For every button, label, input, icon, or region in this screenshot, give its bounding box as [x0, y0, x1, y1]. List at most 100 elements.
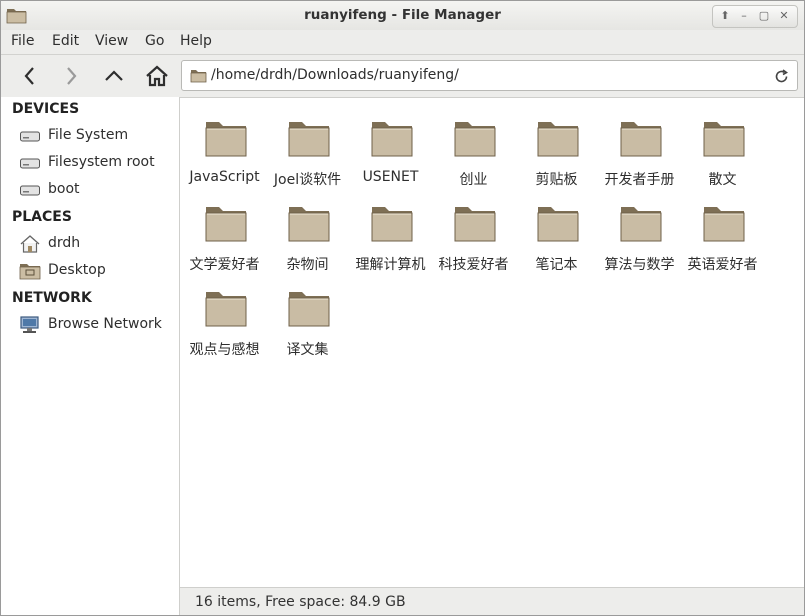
folder-item[interactable]: 观点与感想 [183, 276, 266, 358]
folder-icon [537, 207, 579, 242]
folder-name: 观点与感想 [189, 342, 260, 358]
folder-icon [205, 207, 247, 242]
sidebar-item-label: Browse Network [48, 316, 162, 332]
status-bar: 16 items, Free space: 84.9 GB [180, 587, 804, 615]
folder-item[interactable]: 散文 [681, 106, 764, 188]
folder-name: 英语爱好者 [687, 257, 758, 273]
sidebar-item-filesystem-root[interactable]: Filesystem root [19, 151, 179, 175]
folder-icon [620, 207, 662, 242]
folder-name: 文学爱好者 [189, 257, 260, 273]
close-button[interactable]: ✕ [775, 8, 793, 24]
folder-item[interactable]: 剪贴板 [515, 106, 598, 188]
chevron-up-icon [105, 70, 123, 81]
folder-icon [703, 122, 745, 157]
folder-item[interactable]: USENET [349, 106, 432, 186]
home-icon [146, 65, 168, 87]
folder-name: USENET [362, 169, 419, 185]
menu-help[interactable]: Help [180, 33, 212, 49]
folder-item[interactable]: 开发者手册 [598, 106, 681, 188]
network-header: NETWORK [12, 290, 92, 306]
folder-item[interactable]: Joel谈软件 [266, 106, 349, 188]
folder-icon [288, 207, 330, 242]
folder-item[interactable]: 科技爱好者 [432, 191, 515, 273]
folder-item[interactable]: 译文集 [266, 276, 349, 358]
forward-button[interactable] [56, 61, 86, 91]
menu-edit[interactable]: Edit [52, 33, 79, 49]
sidebar-item-label: boot [48, 181, 80, 197]
folder-name: JavaScript [189, 169, 260, 185]
folder-icon [190, 70, 207, 83]
sidebar-item-file-system[interactable]: File System [19, 124, 179, 148]
sidebar-item-drdh[interactable]: drdh [19, 232, 179, 256]
menu-file[interactable]: File [11, 33, 34, 49]
folder-icon [703, 207, 745, 242]
folder-name: 剪贴板 [535, 172, 578, 188]
reload-icon[interactable] [774, 69, 789, 84]
toolbar: /home/drdh/Downloads/ruanyifeng/ [1, 55, 804, 97]
drive-icon [20, 131, 40, 142]
folder-name: 散文 [708, 172, 737, 188]
menu-go[interactable]: Go [145, 33, 164, 49]
menu-bar: File Edit View Go Help [1, 30, 804, 55]
home-icon [20, 235, 40, 253]
folder-icon [454, 207, 496, 242]
sidebar-item-boot[interactable]: boot [19, 178, 179, 202]
drive-icon [20, 158, 40, 169]
folder-name: 译文集 [286, 342, 329, 358]
folder-item[interactable]: 笔记本 [515, 191, 598, 273]
title-bar[interactable]: ruanyifeng - File Manager ⬆ – ▢ ✕ [1, 1, 804, 30]
sidebar-item-label: Desktop [48, 262, 106, 278]
location-path[interactable]: /home/drdh/Downloads/ruanyifeng/ [211, 67, 459, 83]
folder-icon [288, 122, 330, 157]
folder-name: 理解计算机 [355, 257, 426, 273]
folder-name: 杂物间 [286, 257, 329, 273]
folder-item[interactable]: 杂物间 [266, 191, 349, 273]
folder-name: 创业 [459, 172, 488, 188]
sidebar: DEVICES File System Filesystem root boot… [1, 97, 180, 615]
window-up-icon[interactable]: ⬆ [716, 8, 734, 24]
folder-item[interactable]: 理解计算机 [349, 191, 432, 273]
folder-icon [205, 292, 247, 327]
folder-icon [537, 122, 579, 157]
chevron-right-icon [67, 67, 77, 85]
up-button[interactable] [99, 61, 129, 91]
minimize-button[interactable]: – [735, 8, 753, 24]
maximize-button[interactable]: ▢ [755, 8, 773, 24]
folder-item[interactable]: 算法与数学 [598, 191, 681, 273]
folder-item[interactable]: 文学爱好者 [183, 191, 266, 273]
window-title: ruanyifeng - File Manager [304, 7, 501, 23]
desktop-folder-icon [19, 264, 41, 280]
sidebar-item-label: drdh [48, 235, 81, 251]
devices-header: DEVICES [12, 101, 80, 117]
folder-icon [620, 122, 662, 157]
network-icon [20, 316, 39, 333]
file-manager-window: ruanyifeng - File Manager ⬆ – ▢ ✕ File E… [0, 0, 805, 616]
places-header: PLACES [12, 209, 72, 225]
folder-name: 科技爱好者 [438, 257, 509, 273]
sidebar-item-desktop[interactable]: Desktop [19, 259, 179, 283]
folder-icon [371, 207, 413, 242]
back-button[interactable] [15, 61, 45, 91]
chevron-left-icon [24, 67, 34, 85]
window-controls: ⬆ – ▢ ✕ [712, 5, 798, 28]
folder-item[interactable]: 英语爱好者 [681, 191, 764, 273]
folder-item[interactable]: JavaScript [183, 106, 266, 186]
folder-icon [205, 122, 247, 157]
folder-icon [371, 122, 413, 157]
sidebar-item-label: Filesystem root [48, 154, 155, 170]
location-bar[interactable]: /home/drdh/Downloads/ruanyifeng/ [181, 60, 798, 91]
menu-view[interactable]: View [95, 33, 128, 49]
folder-name: 算法与数学 [604, 257, 675, 273]
folder-icon [454, 122, 496, 157]
folder-item[interactable]: 创业 [432, 106, 515, 188]
status-text: 16 items, Free space: 84.9 GB [195, 594, 406, 610]
folder-name: 笔记本 [535, 257, 578, 273]
sidebar-item-browse-network[interactable]: Browse Network [19, 313, 179, 337]
drive-icon [20, 185, 40, 196]
folder-icon [288, 292, 330, 327]
folder-name: Joel谈软件 [273, 172, 342, 188]
home-button[interactable] [142, 61, 172, 91]
folder-name: 开发者手册 [604, 172, 675, 188]
sidebar-item-label: File System [48, 127, 129, 143]
file-view[interactable]: JavaScript Joel谈软件 USENET 创业 剪贴板 开发者手册 散文文学爱好者… [180, 97, 804, 588]
